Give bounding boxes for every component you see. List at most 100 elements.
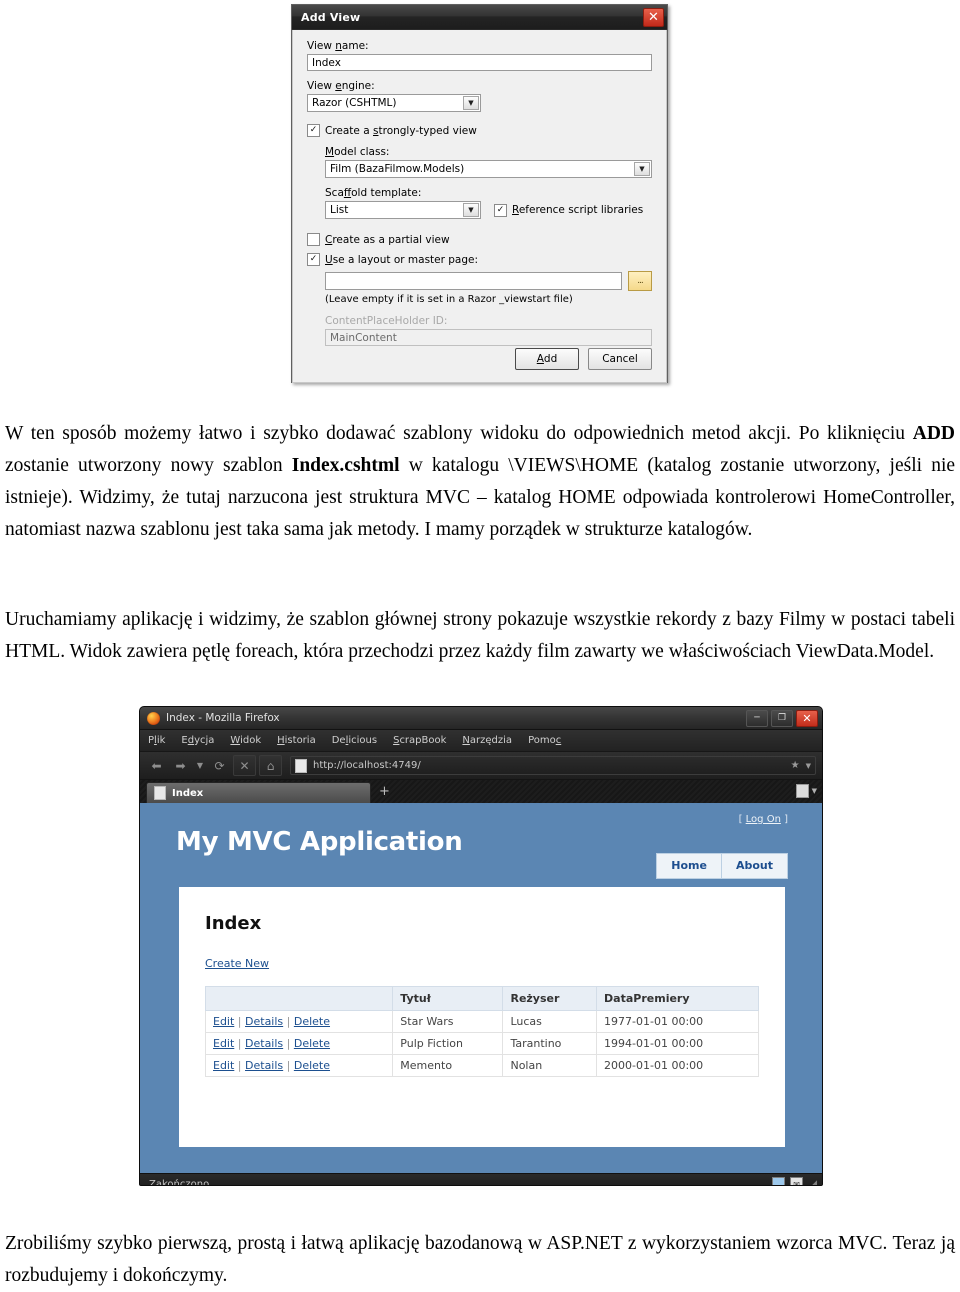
strongly-typed-label: Create a strongly-typed view: [325, 124, 477, 137]
menu-scrapbook[interactable]: ScrapBook: [393, 735, 446, 746]
layout-checkbox[interactable]: ✓ Use a layout or master page:: [307, 253, 652, 266]
tab-list-icon: [795, 784, 809, 798]
action-delete-link[interactable]: Delete: [294, 1015, 330, 1028]
layout-path-input[interactable]: [325, 272, 622, 290]
menu-narzedzia[interactable]: Narzędzia: [462, 735, 512, 746]
logon-area: [ Log On ]: [739, 814, 788, 825]
page-content-panel: Index Create New Tytuł Reżyser DataPremi…: [179, 887, 785, 1147]
action-separator: |: [234, 1059, 246, 1072]
action-delete-link[interactable]: Delete: [294, 1059, 330, 1072]
para-top-home: HOME: [558, 486, 616, 508]
reference-scripts-checkbox[interactable]: ✓ Reference script libraries: [494, 203, 644, 217]
reload-icon[interactable]: ⟳: [209, 756, 230, 775]
logon-bracket-close: ]: [784, 814, 788, 825]
chevron-down-icon: ▼: [634, 162, 650, 176]
films-table: Tytuł Reżyser DataPremiery Edit | Detail…: [204, 986, 759, 1077]
cell-tytul: Star Wars: [392, 1010, 504, 1033]
strongly-typed-checkbox[interactable]: ✓ Create a strongly-typed view: [307, 124, 652, 137]
tab-label: Index: [172, 787, 204, 799]
layout-hint: (Leave empty if it is set in a Razor _vi…: [325, 294, 573, 305]
browse-button[interactable]: ...: [628, 271, 652, 291]
scaffold-label: Scaffold template:: [325, 187, 422, 199]
para-top-part-b: zostanie utworzony nowy szablon: [5, 454, 292, 476]
action-edit-link[interactable]: Edit: [213, 1037, 234, 1050]
para-top-part-c: w katalogu: [399, 454, 509, 476]
chevron-down-icon: ▼: [463, 203, 479, 217]
status-text: Zakończono: [149, 1179, 210, 1186]
view-name-input[interactable]: Index: [307, 54, 652, 71]
tab-list-button[interactable]: ▼: [795, 784, 817, 798]
nav-tab-home[interactable]: Home: [656, 853, 722, 879]
site-header: [ Log On ] My MVC Application Home About: [140, 805, 822, 887]
partial-view-checkbox[interactable]: Create as a partial view: [307, 233, 652, 246]
tab-index[interactable]: Index: [146, 782, 371, 803]
browser-statusbar: Zakończono ✉ ◢: [140, 1173, 822, 1186]
cell-datapremiery: 1977-01-01 00:00: [596, 1010, 759, 1033]
model-class-value: Film (BazaFilmow.Models): [330, 163, 465, 175]
para-top-path: \VIEWS\HOME: [508, 454, 639, 476]
action-separator: |: [283, 1059, 294, 1072]
cell-tytul: Memento: [392, 1054, 504, 1077]
menu-pomoc[interactable]: Pomoc: [528, 735, 561, 746]
para-top-part-a: W ten sposób możemy łatwo i szybko dodaw…: [5, 422, 913, 444]
dialog-titlebar: Add View ✕: [292, 5, 667, 30]
firefox-logo-icon: [147, 711, 160, 725]
mail-icon[interactable]: ✉: [790, 1177, 804, 1185]
paragraph-top: W ten sposób możemy łatwo i szybko dodaw…: [5, 418, 955, 546]
chevron-down-icon[interactable]: ▼: [806, 762, 811, 770]
cell-datapremiery: 1994-01-01 00:00: [596, 1032, 759, 1055]
row-actions: Edit | Details | Delete: [204, 1010, 394, 1033]
history-dropdown-icon[interactable]: ▼: [194, 756, 206, 775]
row-actions: Edit | Details | Delete: [204, 1054, 394, 1077]
home-icon[interactable]: ⌂: [259, 755, 282, 776]
menu-widok[interactable]: Widok: [230, 735, 261, 746]
table-row: Edit | Details | Delete Memento Nolan 2000-…: [204, 1054, 759, 1077]
model-class-select[interactable]: Film (BazaFilmow.Models) ▼: [325, 160, 652, 178]
action-details-link[interactable]: Details: [245, 1015, 283, 1028]
menu-historia[interactable]: Historia: [277, 735, 316, 746]
forward-icon[interactable]: ➡: [170, 756, 191, 775]
action-details-link[interactable]: Details: [245, 1059, 283, 1072]
add-view-dialog: Add View ✕ View name: Index View engine:…: [291, 4, 668, 383]
back-icon[interactable]: ⬅: [146, 756, 167, 775]
menu-plik[interactable]: Plik: [148, 735, 165, 746]
view-engine-select[interactable]: Razor (CSHTML) ▼: [307, 94, 481, 112]
menu-delicious[interactable]: Delicious: [332, 735, 377, 746]
site-title: My MVC Application: [176, 827, 463, 857]
stop-icon[interactable]: ✕: [233, 755, 256, 776]
table-row: Edit | Details | Delete Star Wars Lucas 197…: [204, 1010, 759, 1033]
action-separator: |: [283, 1015, 294, 1028]
browser-menubar: Plik Edycja Widok Historia Delicious Scr…: [140, 730, 822, 752]
nav-tab-about[interactable]: About: [721, 853, 788, 879]
action-edit-link[interactable]: Edit: [213, 1015, 234, 1028]
close-icon[interactable]: ✕: [643, 7, 664, 27]
action-edit-link[interactable]: Edit: [213, 1059, 234, 1072]
page-viewport: [ Log On ] My MVC Application Home About…: [140, 805, 822, 1173]
action-details-link[interactable]: Details: [245, 1037, 283, 1050]
browser-titlebar: Index - Mozilla Firefox ─ ❐ ✕: [140, 707, 822, 730]
new-tab-button[interactable]: +: [379, 785, 390, 798]
security-indicator-icon[interactable]: [772, 1177, 786, 1185]
action-delete-link[interactable]: Delete: [294, 1037, 330, 1050]
close-button[interactable]: ✕: [796, 709, 818, 727]
create-new-link[interactable]: Create New: [205, 957, 269, 970]
scaffold-select[interactable]: List ▼: [325, 201, 481, 219]
address-bar[interactable]: http://localhost:4749/ ★ ▼: [290, 756, 816, 775]
row-actions: Edit | Details | Delete: [204, 1032, 394, 1055]
cell-rezyser: Tarantino: [502, 1032, 598, 1055]
logon-link[interactable]: Log On: [746, 814, 781, 825]
resize-grip[interactable]: ◢: [810, 1180, 817, 1186]
page-favicon-icon: [295, 758, 307, 773]
tab-favicon-icon: [154, 786, 166, 800]
films-table-body: Edit | Details | Delete Star Wars Lucas 197…: [204, 1010, 759, 1077]
reference-scripts-label: Reference script libraries: [512, 204, 644, 216]
menu-edycja[interactable]: Edycja: [181, 735, 214, 746]
partial-view-label: Create as a partial view: [325, 233, 450, 246]
bookmark-star-icon[interactable]: ★: [791, 760, 800, 771]
cancel-button[interactable]: Cancel: [588, 348, 652, 370]
minimize-button[interactable]: ─: [746, 709, 768, 727]
maximize-button[interactable]: ❐: [771, 709, 793, 727]
th-actions: [204, 986, 394, 1011]
th-tytul: Tytuł: [392, 986, 504, 1011]
add-button[interactable]: Add: [515, 348, 579, 370]
